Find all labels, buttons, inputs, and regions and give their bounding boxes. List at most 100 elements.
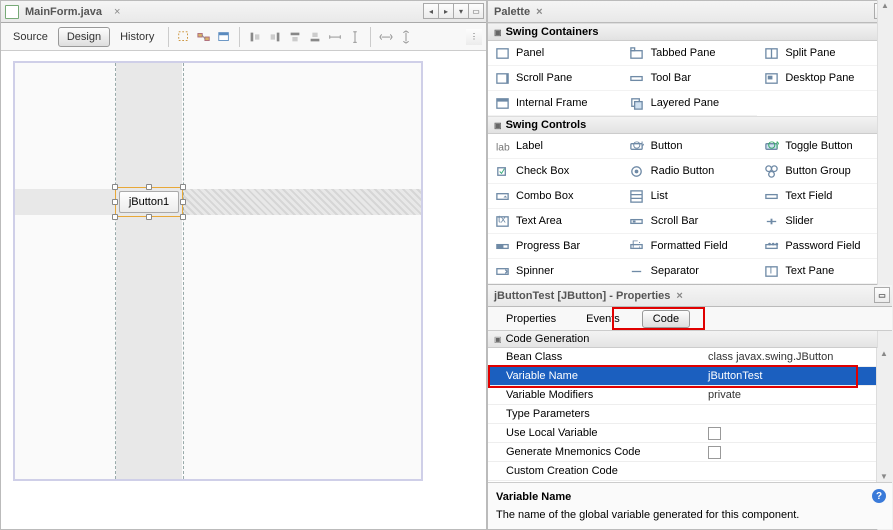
prop-value[interactable]: class javax.swing.JButton xyxy=(708,351,872,363)
connection-mode-icon[interactable] xyxy=(195,28,213,46)
palette-item-tabbed-pane[interactable]: Tabbed Pane xyxy=(623,41,758,66)
scroll-left-button[interactable]: ◂ xyxy=(423,3,439,19)
minimize-button[interactable]: ▭ xyxy=(874,287,890,303)
svg-text:T: T xyxy=(768,265,775,276)
form-canvas[interactable]: jButton1 xyxy=(13,61,423,481)
checkbox[interactable] xyxy=(708,446,721,459)
collapse-icon[interactable]: ▣ xyxy=(494,28,502,37)
prop-row-variable-modifiers[interactable]: Variable Modifiersprivate… xyxy=(488,386,892,405)
preview-design-icon[interactable] xyxy=(215,28,233,46)
checkbox[interactable] xyxy=(708,427,721,440)
layered-pane-icon xyxy=(629,95,645,111)
prop-row-use-local-variable[interactable]: Use Local Variable xyxy=(488,424,892,443)
view-history[interactable]: History xyxy=(112,28,162,46)
prop-row-custom-creation-code[interactable]: Custom Creation Code… xyxy=(488,462,892,481)
tab-code[interactable]: Code xyxy=(642,310,690,328)
view-design[interactable]: Design xyxy=(58,27,110,47)
palette-item-password-field[interactable]: •••Password Field xyxy=(757,234,892,259)
close-tab-icon[interactable]: × xyxy=(108,6,126,18)
file-tab[interactable]: MainForm.java xyxy=(21,6,106,18)
svg-text:ON: ON xyxy=(768,140,779,151)
palette-item-text-pane[interactable]: TText Pane xyxy=(757,259,892,284)
prop-key: Bean Class xyxy=(488,351,708,363)
collapse-icon[interactable]: ▣ xyxy=(494,121,502,130)
help-icon[interactable]: ? xyxy=(872,489,886,503)
palette-item-label: Text Field xyxy=(785,190,832,202)
prop-row-type-parameters[interactable]: Type Parameters… xyxy=(488,405,892,424)
dropdown-button[interactable]: ▾ xyxy=(453,3,469,19)
palette-item-split-pane[interactable]: Split Pane xyxy=(757,41,892,66)
palette-body[interactable]: ▣Swing Containers Panel Tabbed PaneSplit … xyxy=(488,23,892,284)
palette-item-scroll-pane[interactable]: Scroll Pane xyxy=(488,66,623,91)
palette-item-button-group[interactable]: Button Group xyxy=(757,159,892,184)
properties-grid: Bean Classclass javax.swing.JButtonVaria… xyxy=(488,348,892,482)
palette-item-tool-bar[interactable]: Tool Bar xyxy=(623,66,758,91)
tab-properties[interactable]: Properties xyxy=(498,310,564,328)
prop-row-generate-mnemonics-code[interactable]: Generate Mnemonics Code xyxy=(488,443,892,462)
jbutton1[interactable]: jButton1 xyxy=(119,191,179,213)
palette-item-text-area[interactable]: txText Area xyxy=(488,209,623,234)
label-icon: label xyxy=(494,138,510,154)
prop-row-bean-class[interactable]: Bean Classclass javax.swing.JButton xyxy=(488,348,892,367)
maximize-button[interactable]: ▭ xyxy=(468,3,484,19)
section-swing-containers[interactable]: ▣Swing Containers xyxy=(488,23,892,41)
palette-item-radio-button[interactable]: Radio Button xyxy=(623,159,758,184)
resize-vertical-icon[interactable] xyxy=(397,28,415,46)
palette-item-scroll-bar[interactable]: Scroll Bar xyxy=(623,209,758,234)
palette-item-text-field[interactable]: Text Field xyxy=(757,184,892,209)
section-swing-controls[interactable]: ▣Swing Controls xyxy=(488,116,892,134)
anchor-horizontal-icon[interactable] xyxy=(326,28,344,46)
palette-item-toggle-button[interactable]: ONToggle Button xyxy=(757,134,892,159)
footer-title: Variable Name xyxy=(496,491,884,503)
properties-category[interactable]: ▣Code Generation xyxy=(488,331,892,348)
close-icon[interactable]: × xyxy=(530,6,548,18)
palette-item-list[interactable]: List xyxy=(623,184,758,209)
palette-item-label: Progress Bar xyxy=(516,240,580,252)
collapse-icon[interactable]: ▣ xyxy=(494,335,502,344)
palette-item-label: Button xyxy=(651,140,683,152)
properties-footer: ? Variable Name The name of the global v… xyxy=(488,482,892,529)
palette-item-label: Scroll Pane xyxy=(516,72,572,84)
palette-item-spinner[interactable]: Spinner xyxy=(488,259,623,284)
palette-item-layered-pane[interactable]: Layered Pane xyxy=(623,91,758,116)
scroll-right-button[interactable]: ▸ xyxy=(438,3,454,19)
view-source[interactable]: Source xyxy=(5,28,56,46)
palette-item-label[interactable]: label Label xyxy=(488,134,623,159)
scrollbar[interactable] xyxy=(877,23,892,284)
palette-item-label: Panel xyxy=(516,47,544,59)
align-left-icon[interactable] xyxy=(246,28,264,46)
palette-item-formatted-field[interactable]: F:Formatted Field xyxy=(623,234,758,259)
palette-item-label: Password Field xyxy=(785,240,860,252)
prop-row-variable-name[interactable]: Variable NamejButtonTest… xyxy=(488,367,892,386)
palette-item-progress-bar[interactable]: Progress Bar xyxy=(488,234,623,259)
design-canvas-area[interactable]: jButton1 xyxy=(1,51,486,529)
palette-item-button[interactable]: OKButton xyxy=(623,134,758,159)
anchor-vertical-icon[interactable] xyxy=(346,28,364,46)
palette-item-label: Combo Box xyxy=(516,190,573,202)
palette-item-desktop-pane[interactable]: Desktop Pane xyxy=(757,66,892,91)
editor-toolbar: Source Design History ⋮ xyxy=(1,23,486,51)
palette-item-panel[interactable]: Panel xyxy=(488,41,623,66)
palette-title: Palette xyxy=(494,6,530,18)
palette-item-slider[interactable]: Slider xyxy=(757,209,892,234)
palette-item-label: Label xyxy=(516,140,543,152)
palette-item-separator[interactable]: Separator xyxy=(623,259,758,284)
toggle-button-icon: ON xyxy=(763,138,779,154)
align-bottom-icon[interactable] xyxy=(306,28,324,46)
selection-mode-icon[interactable] xyxy=(175,28,193,46)
toolbar-options-button[interactable]: ⋮ xyxy=(466,29,482,45)
palette-item-label: Spinner xyxy=(516,265,554,277)
button-group-icon xyxy=(763,163,779,179)
align-top-icon[interactable] xyxy=(286,28,304,46)
close-icon[interactable]: × xyxy=(670,290,688,302)
resize-horizontal-icon[interactable] xyxy=(377,28,395,46)
align-right-icon[interactable] xyxy=(266,28,284,46)
prop-value[interactable]: jButtonTest xyxy=(708,370,872,382)
scrollbar[interactable] xyxy=(876,348,892,482)
palette-item-internal-frame[interactable]: Internal Frame xyxy=(488,91,623,116)
palette-item-check-box[interactable]: Check Box xyxy=(488,159,623,184)
tab-events[interactable]: Events xyxy=(578,310,628,328)
prop-value[interactable]: private xyxy=(708,389,872,401)
prop-key: Custom Creation Code xyxy=(488,465,708,477)
palette-item-combo-box[interactable]: Combo Box xyxy=(488,184,623,209)
